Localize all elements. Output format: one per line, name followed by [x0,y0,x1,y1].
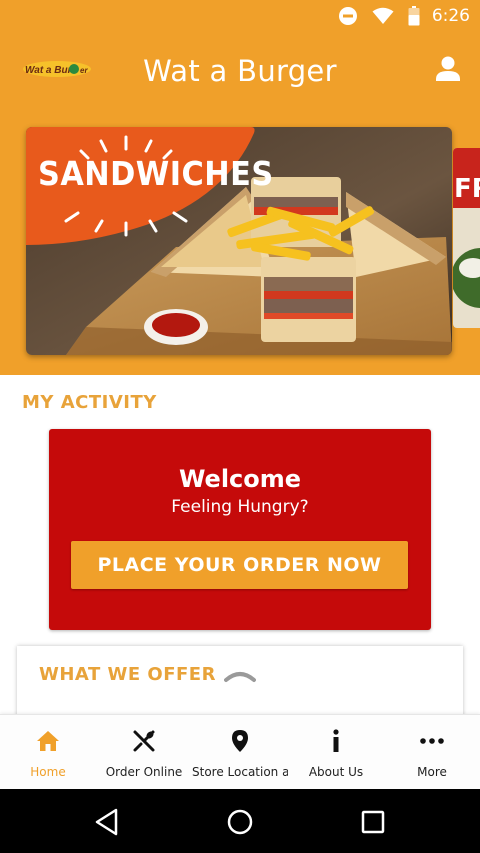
back-icon[interactable] [92,807,122,837]
status-bar: 6:26 [0,0,480,32]
welcome-card: Welcome Feeling Hungry? PLACE YOUR ORDER… [49,429,431,630]
info-icon [324,729,348,753]
profile-button[interactable] [434,54,462,84]
nav-label-home: Home [30,765,66,779]
welcome-subtitle: Feeling Hungry? [171,497,309,517]
nav-item-home[interactable]: Home [0,715,96,790]
more-dots-icon [420,729,444,753]
page-title: Wat a Burger [143,54,337,88]
home-icon [36,729,60,753]
nav-label-about-us: About Us [308,765,364,779]
bottom-navigation: Home Order Online Store Location a... Ab… [0,714,480,789]
my-activity-heading: MY ACTIVITY [22,392,157,413]
what-we-offer-heading: WHAT WE OFFER [39,664,216,685]
system-navigation-bar [0,789,480,853]
wifi-icon [372,7,394,25]
nav-label-store-location: Store Location a... [192,765,288,779]
banner-carousel[interactable]: SANDWICHES FR [0,112,480,375]
nav-item-about-us[interactable]: About Us [288,715,384,790]
chevron-up-icon[interactable] [224,666,256,686]
home-circle-icon[interactable] [225,807,255,837]
banner-label: SANDWICHES [38,154,274,193]
welcome-title: Welcome [178,465,302,493]
recents-icon[interactable] [358,807,388,837]
app-bar: Wat a Bur er Wat a Burger [0,32,480,112]
status-clock: 6:26 [431,6,470,26]
nav-label-more: More [417,765,447,779]
do-not-disturb-icon [338,6,358,26]
nav-item-store-location[interactable]: Store Location a... [192,715,288,790]
person-icon [434,56,462,88]
fork-knife-icon [132,729,156,753]
battery-icon [408,6,420,26]
place-order-button[interactable]: PLACE YOUR ORDER NOW [71,541,408,589]
location-pin-icon [228,729,252,753]
nav-item-order-online[interactable]: Order Online [96,715,192,790]
nav-item-more[interactable]: More [384,715,480,790]
next-banner-label: FR [454,174,480,204]
nav-label-order-online: Order Online [105,765,183,779]
